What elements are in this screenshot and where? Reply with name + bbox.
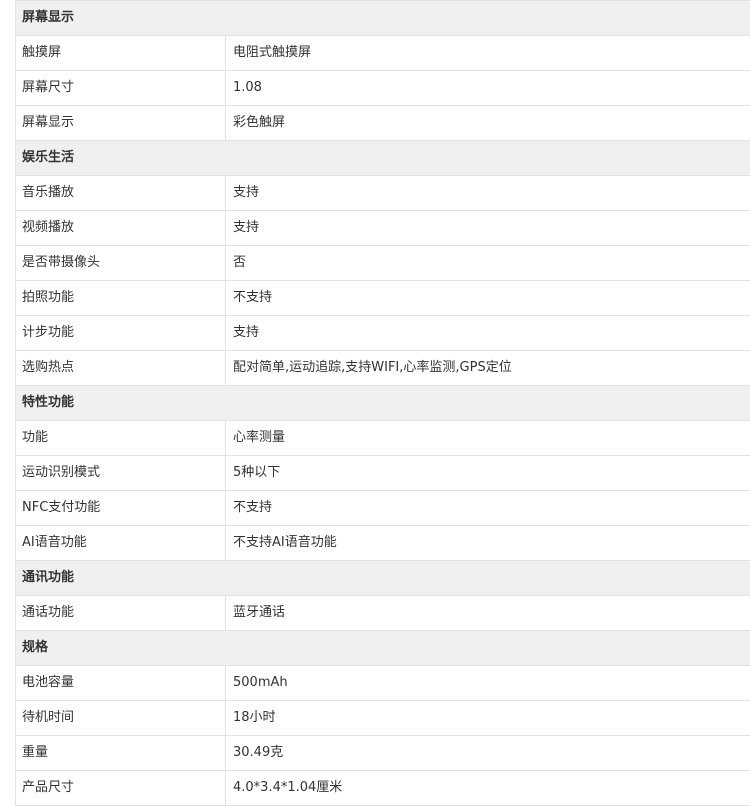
section-title: 娱乐生活 <box>16 141 750 176</box>
spec-value: 电阻式触摸屏 <box>226 36 750 71</box>
section-title: 屏幕显示 <box>16 1 750 36</box>
section-header-features: 特性功能 <box>16 386 750 421</box>
section-header-entertainment: 娱乐生活 <box>16 141 750 176</box>
spec-value: 支持 <box>226 211 750 246</box>
table-row: 产品尺寸 4.0*3.4*1.04厘米 <box>16 771 750 806</box>
spec-table: 屏幕显示 触摸屏 电阻式触摸屏 屏幕尺寸 1.08 屏幕显示 彩色触屏 娱乐生活… <box>15 0 750 806</box>
spec-label: 音乐播放 <box>16 176 226 211</box>
spec-value: 蓝牙通话 <box>226 596 750 631</box>
spec-label: 电池容量 <box>16 666 226 701</box>
spec-label: 计步功能 <box>16 316 226 351</box>
table-row: 重量 30.49克 <box>16 736 750 771</box>
spec-value: 500mAh <box>226 666 750 701</box>
table-row: 电池容量 500mAh <box>16 666 750 701</box>
spec-label: 拍照功能 <box>16 281 226 316</box>
spec-label: 功能 <box>16 421 226 456</box>
spec-label: 选购热点 <box>16 351 226 386</box>
table-row: 视频播放 支持 <box>16 211 750 246</box>
spec-value: 不支持AI语音功能 <box>226 526 750 561</box>
section-header-screen-display: 屏幕显示 <box>16 1 750 36</box>
spec-value: 不支持 <box>226 491 750 526</box>
spec-label: 屏幕显示 <box>16 106 226 141</box>
spec-value: 支持 <box>226 176 750 211</box>
spec-label: AI语音功能 <box>16 526 226 561</box>
section-title: 规格 <box>16 631 750 666</box>
table-row: 屏幕尺寸 1.08 <box>16 71 750 106</box>
spec-value: 1.08 <box>226 71 750 106</box>
spec-value: 否 <box>226 246 750 281</box>
spec-value: 支持 <box>226 316 750 351</box>
table-row: 选购热点 配对简单,运动追踪,支持WIFI,心率监测,GPS定位 <box>16 351 750 386</box>
spec-label: 触摸屏 <box>16 36 226 71</box>
spec-value: 配对简单,运动追踪,支持WIFI,心率监测,GPS定位 <box>226 351 750 386</box>
spec-label: 通话功能 <box>16 596 226 631</box>
spec-value: 18小时 <box>226 701 750 736</box>
table-row: 音乐播放 支持 <box>16 176 750 211</box>
table-row: 拍照功能 不支持 <box>16 281 750 316</box>
table-row: AI语音功能 不支持AI语音功能 <box>16 526 750 561</box>
spec-label: NFC支付功能 <box>16 491 226 526</box>
spec-value: 5种以下 <box>226 456 750 491</box>
section-header-specifications: 规格 <box>16 631 750 666</box>
spec-label: 产品尺寸 <box>16 771 226 806</box>
table-row: NFC支付功能 不支持 <box>16 491 750 526</box>
spec-label: 运动识别模式 <box>16 456 226 491</box>
spec-value: 30.49克 <box>226 736 750 771</box>
spec-label: 屏幕尺寸 <box>16 71 226 106</box>
table-row: 通话功能 蓝牙通话 <box>16 596 750 631</box>
spec-label: 视频播放 <box>16 211 226 246</box>
spec-value: 不支持 <box>226 281 750 316</box>
table-row: 功能 心率测量 <box>16 421 750 456</box>
spec-label: 重量 <box>16 736 226 771</box>
table-row: 是否带摄像头 否 <box>16 246 750 281</box>
table-row: 触摸屏 电阻式触摸屏 <box>16 36 750 71</box>
spec-value: 彩色触屏 <box>226 106 750 141</box>
section-title: 通讯功能 <box>16 561 750 596</box>
table-row: 屏幕显示 彩色触屏 <box>16 106 750 141</box>
section-title: 特性功能 <box>16 386 750 421</box>
table-row: 待机时间 18小时 <box>16 701 750 736</box>
table-row: 运动识别模式 5种以下 <box>16 456 750 491</box>
spec-label: 待机时间 <box>16 701 226 736</box>
spec-value: 心率测量 <box>226 421 750 456</box>
table-row: 计步功能 支持 <box>16 316 750 351</box>
spec-value: 4.0*3.4*1.04厘米 <box>226 771 750 806</box>
spec-label: 是否带摄像头 <box>16 246 226 281</box>
section-header-communication: 通讯功能 <box>16 561 750 596</box>
